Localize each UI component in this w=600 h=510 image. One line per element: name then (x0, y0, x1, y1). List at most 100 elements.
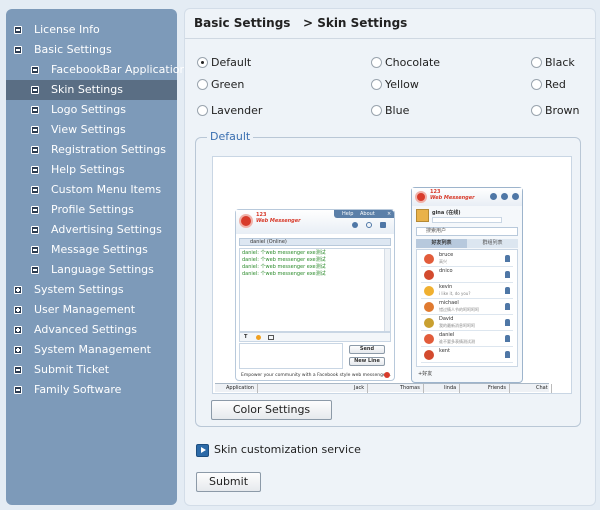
expand-icon[interactable] (14, 306, 22, 314)
collapse-icon[interactable] (31, 146, 39, 154)
chat-input[interactable] (239, 343, 343, 369)
sidebar-item-system-settings[interactable]: System Settings (6, 280, 177, 300)
sidebar-item-custom-menu-items[interactable]: Custom Menu Items (6, 180, 177, 200)
sidebar-item-basic-settings[interactable]: Basic Settings (6, 40, 177, 60)
radio-dot-icon[interactable] (531, 79, 542, 90)
skin-radio-green[interactable]: Green (197, 78, 244, 92)
taskbar-tab-thomas[interactable]: Thomas (397, 384, 424, 393)
contact-row[interactable]: dnico (421, 267, 513, 283)
collapse-icon[interactable] (31, 66, 39, 74)
taskbar-tab-chat[interactable]: Chat (533, 384, 552, 393)
radio-dot-icon[interactable] (371, 57, 382, 68)
collapse-icon[interactable] (14, 26, 22, 34)
add-friend-button[interactable]: +好友 (418, 371, 432, 378)
expand-icon[interactable] (14, 346, 22, 354)
sidebar-item-advanced-settings[interactable]: Advanced Settings (6, 320, 177, 340)
radio-dot-icon[interactable] (197, 57, 208, 68)
skin-radio-yellow[interactable]: Yellow (371, 78, 419, 92)
buddy-close-icon[interactable] (512, 193, 519, 200)
radio-dot-icon[interactable] (531, 105, 542, 116)
contact-row[interactable]: kevin i like it, do you? (421, 283, 513, 299)
contact-avatar (424, 334, 434, 344)
settings-icon[interactable] (352, 222, 358, 228)
font-icon[interactable]: T (244, 334, 247, 341)
collapse-icon[interactable] (31, 86, 39, 94)
submit-button[interactable]: Submit (196, 472, 261, 492)
taskbar-tab-jack[interactable]: Jack (351, 384, 369, 393)
contact-row[interactable]: kent (421, 347, 513, 363)
sidebar-item-user-management[interactable]: User Management (6, 300, 177, 320)
info-icon[interactable] (501, 193, 508, 200)
expand-icon[interactable] (14, 326, 22, 334)
skin-radio-black[interactable]: Black (531, 56, 575, 70)
sidebar-item-view-settings[interactable]: View Settings (6, 120, 177, 140)
new-line-button[interactable]: New Line (349, 357, 385, 366)
contact-row[interactable]: bruce 高兴 (421, 251, 513, 267)
skin-radio-chocolate[interactable]: Chocolate (371, 56, 440, 70)
sidebar-item-label: Family Software (34, 383, 122, 396)
radio-dot-icon[interactable] (197, 105, 208, 116)
sidebar-item-facebookbar-application[interactable]: FacebookBar Application (6, 60, 186, 80)
collapse-icon[interactable] (31, 106, 39, 114)
sidebar-item-logo-settings[interactable]: Logo Settings (6, 100, 177, 120)
person-icon (505, 255, 510, 262)
skin-radio-default[interactable]: Default (197, 56, 251, 70)
sidebar-item-license-info[interactable]: License Info (6, 20, 177, 40)
collapse-icon[interactable] (31, 206, 39, 214)
send-button[interactable]: Send (349, 345, 385, 354)
sidebar-item-help-settings[interactable]: Help Settings (6, 160, 177, 180)
help-link[interactable]: Help (342, 211, 353, 218)
collapse-icon[interactable] (31, 186, 39, 194)
emoticon-icon[interactable] (256, 335, 261, 340)
chat-line: daniel: 个web messenger exe测试 (242, 264, 326, 270)
sidebar-item-language-settings[interactable]: Language Settings (6, 260, 177, 280)
contact-row[interactable]: michael 错过情人节的呵呵呵呵 (421, 299, 513, 315)
skin-radio-lavender[interactable]: Lavender (197, 104, 262, 118)
radio-dot-icon[interactable] (371, 105, 382, 116)
service-arrow-icon[interactable] (196, 444, 209, 457)
collapse-icon[interactable] (14, 366, 22, 374)
collapse-icon[interactable] (14, 386, 22, 394)
screenshot-icon[interactable] (268, 335, 274, 340)
sidebar-item-advertising-settings[interactable]: Advertising Settings (6, 220, 177, 240)
tab-groups[interactable]: 群组列表 (467, 239, 518, 248)
skin-radio-red[interactable]: Red (531, 78, 566, 92)
sidebar-item-system-management[interactable]: System Management (6, 340, 177, 360)
close-icon[interactable]: × (387, 211, 391, 218)
collapse-icon[interactable] (31, 246, 39, 254)
taskbar-tab-linda[interactable]: linda (441, 384, 461, 393)
person-icon (505, 271, 510, 278)
radio-dot-icon[interactable] (531, 57, 542, 68)
sidebar-item-family-software[interactable]: Family Software (6, 380, 177, 400)
skin-radio-brown[interactable]: Brown (531, 104, 580, 118)
about-link[interactable]: About (360, 211, 375, 218)
collapse-icon[interactable] (31, 126, 39, 134)
collapse-icon[interactable] (31, 226, 39, 234)
user-name: gina (在线) (432, 210, 461, 216)
color-settings-button[interactable]: Color Settings (211, 400, 332, 420)
expand-icon[interactable] (14, 286, 22, 294)
sidebar-item-profile-settings[interactable]: Profile Settings (6, 200, 177, 220)
radio-dot-icon[interactable] (197, 79, 208, 90)
sound-icon[interactable] (380, 222, 386, 228)
skin-customization-service-link[interactable]: Skin customization service (214, 443, 361, 456)
skin-radio-blue[interactable]: Blue (371, 104, 409, 118)
tab-friends[interactable]: 好友列表 (416, 239, 467, 248)
radio-dot-icon[interactable] (371, 79, 382, 90)
contact-row[interactable]: daniel 谁不要多表情测试测 (421, 331, 513, 347)
sidebar-item-skin-settings[interactable]: Skin Settings (6, 80, 177, 100)
collapse-icon[interactable] (31, 166, 39, 174)
refresh-icon[interactable] (366, 222, 372, 228)
collapse-icon[interactable] (31, 266, 39, 274)
sidebar-item-submit-ticket[interactable]: Submit Ticket (6, 360, 177, 380)
taskbar-tab-application[interactable]: Application (223, 384, 258, 393)
status-input[interactable] (432, 217, 502, 223)
contact-row[interactable]: David 我的最新消息呵呵呵 (421, 315, 513, 331)
taskbar-tab-friends[interactable]: Friends (485, 384, 510, 393)
chat-scrollbar[interactable] (384, 249, 390, 331)
minimize-icon[interactable] (490, 193, 497, 200)
collapse-icon[interactable] (14, 46, 22, 54)
sidebar-item-message-settings[interactable]: Message Settings (6, 240, 177, 260)
sidebar-item-registration-settings[interactable]: Registration Settings (6, 140, 177, 160)
sidebar-item-label: System Management (34, 343, 151, 356)
